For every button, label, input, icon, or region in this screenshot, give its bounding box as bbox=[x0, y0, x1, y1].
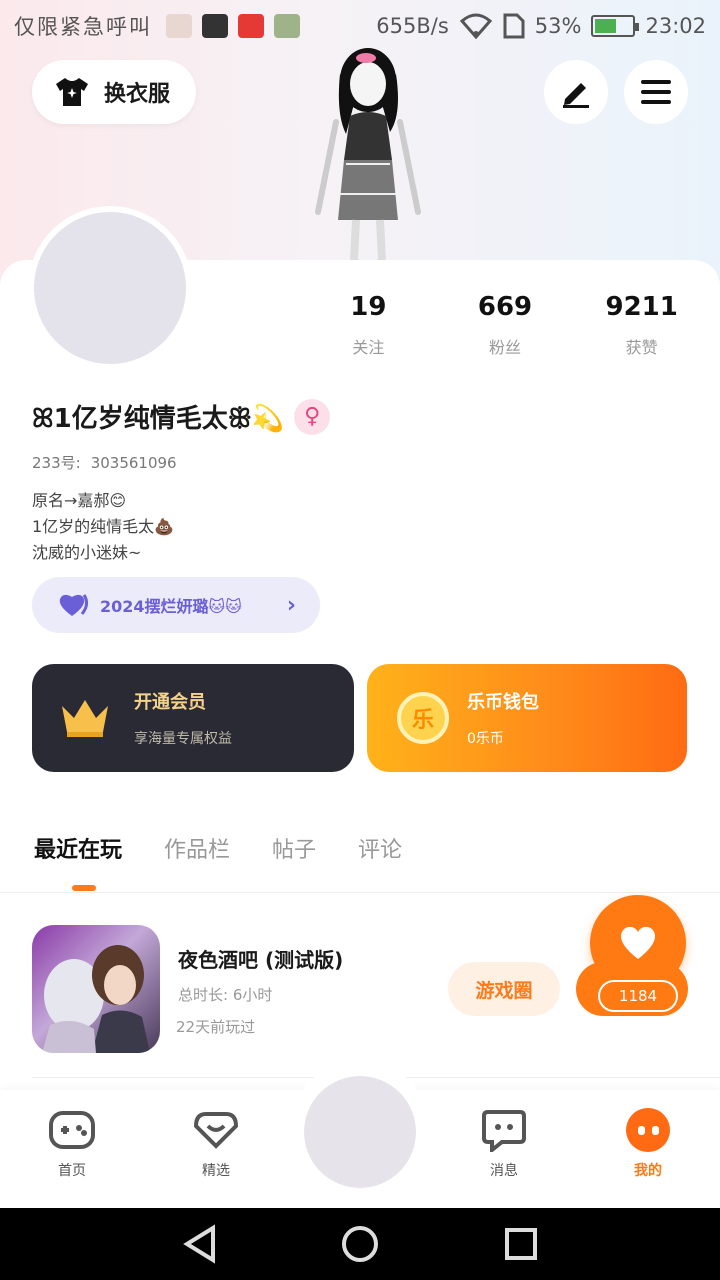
tab-recently-played[interactable]: 最近在玩 bbox=[34, 832, 122, 864]
nav-me-label: 我的 bbox=[634, 1163, 662, 1179]
notification-video-icon bbox=[202, 14, 228, 38]
tabs-divider bbox=[0, 892, 720, 893]
battery-icon bbox=[591, 15, 640, 37]
following-label: 关注 bbox=[352, 338, 385, 357]
game-circle-button[interactable]: 游戏圈 bbox=[448, 962, 560, 1016]
bio: 原名→嘉郝😊 1亿岁的纯情毛太💩 沈威的小迷妹~ bbox=[32, 488, 174, 566]
bio-line: 1亿岁的纯情毛太💩 bbox=[32, 517, 175, 536]
profile-tag-label: 2024摆烂妍璐🐱🐱 bbox=[100, 597, 242, 616]
tab-works[interactable]: 作品栏 bbox=[164, 832, 230, 864]
nav-home-label: 首页 bbox=[58, 1163, 86, 1179]
heart-icon bbox=[620, 926, 656, 959]
notification-app-icon bbox=[238, 14, 264, 38]
tab-posts[interactable]: 帖子 bbox=[272, 832, 316, 864]
menu-button[interactable] bbox=[624, 60, 688, 124]
change-outfit-label: 换衣服 bbox=[104, 82, 171, 107]
followers-label: 粉丝 bbox=[489, 338, 522, 357]
recents-icon[interactable] bbox=[503, 1226, 539, 1262]
user-id[interactable]: 233号: 303561096 bbox=[32, 452, 177, 473]
nav-center-button[interactable] bbox=[304, 1076, 416, 1188]
change-outfit-button[interactable]: 换衣服 bbox=[32, 60, 196, 124]
following-stat[interactable]: 19 关注 bbox=[300, 292, 437, 358]
wallet-balance: 0乐币 bbox=[467, 731, 504, 747]
system-navigation-bar bbox=[0, 1208, 720, 1280]
followers-stat[interactable]: 669 粉丝 bbox=[437, 292, 574, 358]
tab-comments[interactable]: 评论 bbox=[358, 832, 402, 864]
likes-count: 9211 bbox=[605, 292, 678, 322]
followers-count: 669 bbox=[477, 292, 533, 322]
wallet-title: 乐币钱包 bbox=[467, 692, 539, 713]
notification-icons bbox=[166, 14, 300, 38]
profile-tabs: 最近在玩 作品栏 帖子 评论 bbox=[34, 832, 402, 864]
nav-featured[interactable]: 精选 bbox=[171, 1108, 261, 1180]
profile-tag-button[interactable]: 2024摆烂妍璐🐱🐱 › bbox=[32, 577, 320, 633]
nav-home[interactable]: 首页 bbox=[27, 1108, 117, 1180]
character-avatar-figure[interactable] bbox=[296, 44, 436, 262]
female-gender-icon: ♀ bbox=[294, 398, 331, 435]
crown-icon bbox=[62, 700, 108, 737]
battery-percent: 53% bbox=[534, 14, 582, 38]
profile-stats: 19 关注 669 粉丝 9211 获赞 bbox=[300, 292, 710, 358]
tshirt-icon bbox=[56, 78, 88, 106]
likes-stat[interactable]: 9211 获赞 bbox=[573, 292, 710, 358]
notification-photo-icon bbox=[166, 14, 192, 38]
like-count-badge: 1184 bbox=[598, 980, 678, 1012]
notification-image-icon bbox=[274, 14, 300, 38]
nav-featured-label: 精选 bbox=[202, 1163, 230, 1179]
heart-diamond-icon bbox=[192, 1108, 240, 1152]
game-cover-art bbox=[42, 945, 150, 1053]
avatar[interactable] bbox=[28, 206, 192, 370]
carrier-text: 仅限紧急呼叫 bbox=[14, 15, 152, 39]
network-speed: 655B/s bbox=[376, 14, 449, 38]
bio-line: 沈威的小迷妹~ bbox=[32, 543, 142, 562]
nickname-text: ꕤ1亿岁纯情毛太ꕥ💫 bbox=[32, 404, 285, 434]
game-title[interactable]: 夜色酒吧 (测试版) bbox=[178, 944, 343, 973]
like-fab-button[interactable] bbox=[590, 895, 686, 991]
hamburger-menu-icon bbox=[641, 80, 671, 104]
user-id-value: 303561096 bbox=[90, 454, 177, 472]
vip-title: 开通会员 bbox=[134, 692, 206, 713]
gamepad-icon bbox=[48, 1108, 96, 1152]
game-last-played: 22天前玩过 bbox=[176, 1018, 256, 1036]
chat-bubble-icon bbox=[480, 1108, 528, 1152]
me-icon bbox=[624, 1108, 672, 1152]
nav-messages-label: 消息 bbox=[490, 1163, 518, 1179]
likes-label: 获赞 bbox=[625, 338, 658, 357]
game-cover-image[interactable] bbox=[32, 925, 160, 1053]
vip-membership-card[interactable]: 开通会员 享海量专属权益 bbox=[32, 664, 354, 772]
user-id-label: 233号: bbox=[32, 454, 81, 472]
wallet-card[interactable]: 乐 乐币钱包 0乐币 bbox=[367, 664, 687, 772]
pencil-icon bbox=[563, 83, 589, 108]
following-count: 19 bbox=[350, 292, 387, 322]
active-tab-indicator bbox=[72, 885, 96, 891]
bio-line: 原名→嘉郝😊 bbox=[32, 491, 127, 510]
back-icon[interactable] bbox=[181, 1224, 217, 1264]
vip-subtitle: 享海量专属权益 bbox=[134, 731, 232, 747]
coin-icon: 乐 bbox=[397, 692, 449, 744]
heart-icon bbox=[59, 594, 89, 616]
game-duration: 总时长: 6小时 bbox=[178, 986, 273, 1004]
wifi-icon bbox=[459, 13, 492, 39]
nav-me[interactable]: 我的 bbox=[603, 1108, 693, 1180]
edit-profile-button[interactable] bbox=[544, 60, 608, 124]
home-icon[interactable] bbox=[340, 1224, 380, 1264]
nickname: ꕤ1亿岁纯情毛太ꕥ💫 ♀ bbox=[32, 398, 331, 435]
clock: 23:02 bbox=[645, 14, 706, 38]
nav-messages[interactable]: 消息 bbox=[459, 1108, 549, 1180]
chevron-right-icon: › bbox=[286, 592, 296, 618]
sim-icon bbox=[503, 13, 525, 39]
